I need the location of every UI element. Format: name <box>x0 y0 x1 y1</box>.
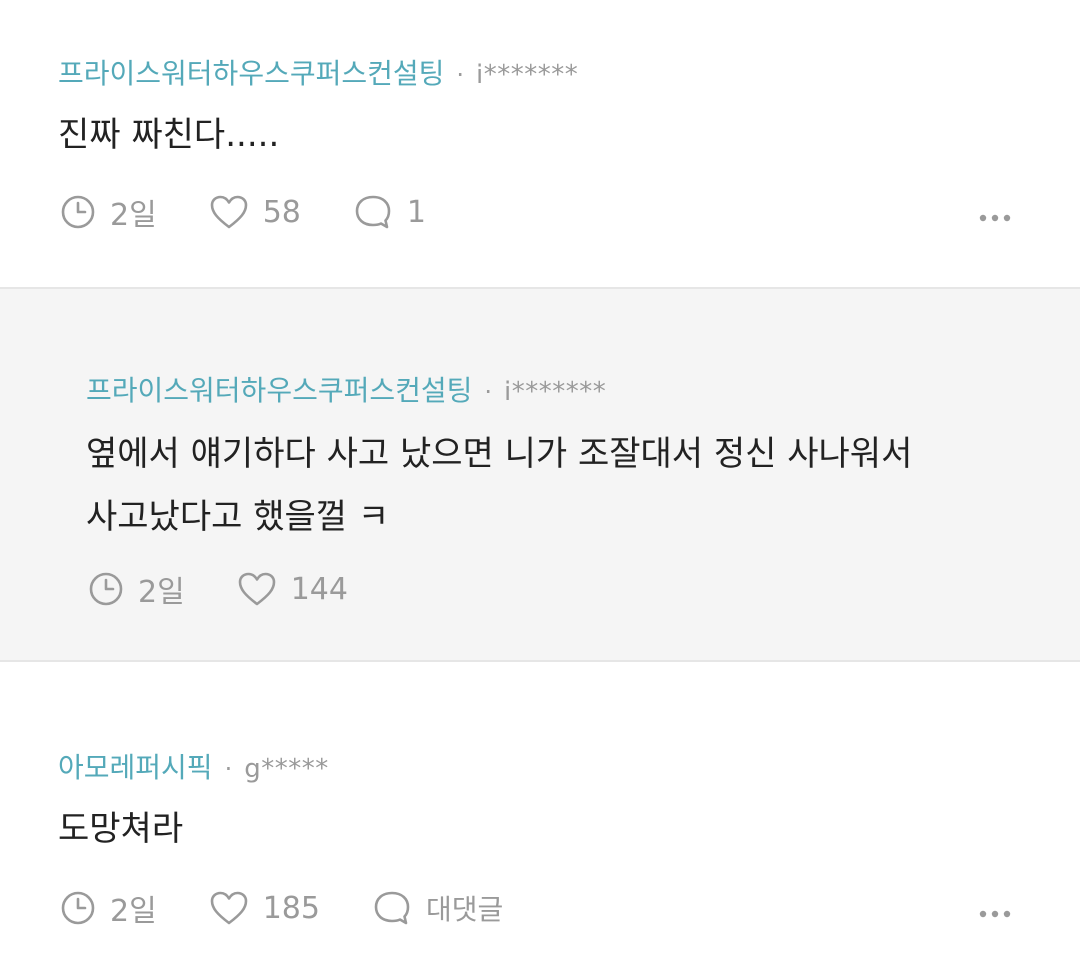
user-id: g***** <box>244 754 329 784</box>
comment-actions: 2일 185 대댓글 <box>60 886 503 930</box>
time-stamp: 2일 <box>60 886 157 930</box>
heart-icon <box>238 572 275 606</box>
clock-icon <box>61 891 95 925</box>
reply-button[interactable]: 1 <box>353 193 426 231</box>
comment-actions: 2일 144 <box>88 567 348 611</box>
comment-item: 프라이스워터하우스쿠퍼스컨설팅 · i******* 진짜 짜친다..... 2… <box>0 0 1080 287</box>
more-button[interactable] <box>978 208 1014 227</box>
like-button[interactable]: 58 <box>209 194 301 230</box>
comment-icon <box>374 891 410 925</box>
user-id: i******* <box>504 377 607 407</box>
comment-icon <box>355 195 391 229</box>
like-button[interactable]: 185 <box>209 890 320 926</box>
company-name[interactable]: 프라이스워터하우스쿠퍼스컨설팅 <box>86 369 472 409</box>
like-button[interactable]: 144 <box>237 571 348 607</box>
more-icon <box>979 910 1011 918</box>
comment-meta: 프라이스워터하우스쿠퍼스컨설팅 · i******* <box>86 369 606 409</box>
company-name[interactable]: 아모레퍼시픽 <box>58 746 213 786</box>
clock-icon <box>61 195 95 229</box>
comment-text: 도망쳐라 <box>58 809 184 849</box>
time-stamp: 2일 <box>60 190 157 234</box>
heart-icon <box>210 891 247 925</box>
comment-actions: 2일 58 1 <box>60 190 426 234</box>
comment-text-line: 사고났다고 했을껄 ㅋ <box>86 497 390 537</box>
meta-separator: · <box>224 755 233 783</box>
meta-separator: · <box>484 378 493 406</box>
clock-icon <box>89 572 123 606</box>
heart-icon <box>210 195 247 229</box>
comment-text: 옆에서 얘기하다 사고 났으면 니가 조잘대서 정신 사나워서 사고났다고 했을… <box>86 423 912 549</box>
company-name[interactable]: 프라이스워터하우스쿠퍼스컨설팅 <box>58 52 444 92</box>
comment-text: 진짜 짜친다..... <box>58 115 280 155</box>
comment-meta: 아모레퍼시픽 · g***** <box>58 746 329 786</box>
more-icon <box>979 214 1011 222</box>
meta-separator: · <box>456 61 465 89</box>
time-stamp: 2일 <box>88 567 185 611</box>
more-button[interactable] <box>978 904 1014 923</box>
user-id: i******* <box>476 60 579 90</box>
reply-button[interactable]: 대댓글 <box>372 888 503 928</box>
reply-item: 프라이스워터하우스쿠퍼스컨설팅 · i******* 옆에서 얘기하다 사고 났… <box>0 287 1080 662</box>
comment-item: 아모레퍼시픽 · g***** 도망쳐라 2일 185 대댓글 <box>0 662 1080 953</box>
comment-text-line: 옆에서 얘기하다 사고 났으면 니가 조잘대서 정신 사나워서 <box>86 434 913 474</box>
comment-meta: 프라이스워터하우스쿠퍼스컨설팅 · i******* <box>58 52 578 92</box>
